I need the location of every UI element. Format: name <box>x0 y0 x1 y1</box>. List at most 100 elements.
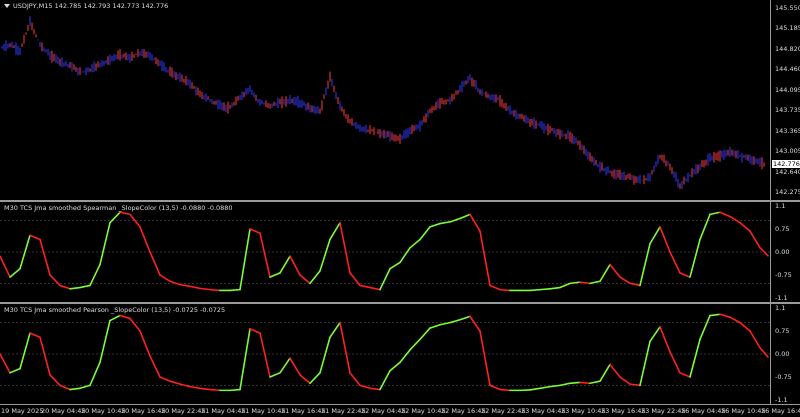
spearman-axis: 1.10.750.00-0.75-1.1 <box>770 202 800 302</box>
indicator-segment <box>390 262 400 268</box>
indicator-segment <box>710 212 720 214</box>
indicator-segment <box>90 362 100 385</box>
indicator-segment <box>70 288 80 289</box>
indicator-segment <box>250 329 260 333</box>
axis-label: 143.735 <box>775 106 800 114</box>
price-chart-title-text: USDJPY,M15 142.785 142.793 142.773 142.7… <box>13 2 168 10</box>
pearson-indicator-pane[interactable]: M30 TCS Jma smoothed Pearson _SlopeColor… <box>0 304 770 404</box>
indicator-segment <box>460 316 470 319</box>
indicator-segment <box>0 354 10 373</box>
indicator-segment <box>160 275 170 281</box>
axis-label: 145.185 <box>775 24 800 32</box>
time-label: 23 May 16:45 <box>601 407 646 415</box>
current-price-label: 142.776 <box>772 160 800 168</box>
indicator-segment <box>150 356 160 377</box>
axis-label: -0.75 <box>775 373 792 381</box>
indicator-segment <box>680 273 690 277</box>
price-chart-title: USDJPY,M15 142.785 142.793 142.773 142.7… <box>4 2 168 10</box>
indicator-segment <box>650 327 660 342</box>
axis-label: 1.1 <box>775 304 785 312</box>
indicator-segment <box>280 358 290 373</box>
indicator-segment <box>500 390 510 391</box>
indicator-segment <box>710 314 720 315</box>
indicator-segment <box>200 288 210 289</box>
indicator-segment <box>240 329 250 390</box>
indicator-segment <box>120 316 130 319</box>
indicator-segment <box>30 333 40 337</box>
price-axis: 145.550145.185144.820144.460144.095143.7… <box>770 0 800 200</box>
indicator-segment <box>60 385 70 389</box>
axis-label: 142.640 <box>775 168 800 176</box>
axis-label: 143.005 <box>775 147 800 155</box>
time-label: 20 May 10:45 <box>81 407 126 415</box>
indicator-segment <box>600 364 610 381</box>
indicator-segment <box>640 341 650 385</box>
dropdown-triangle-icon <box>4 4 10 8</box>
indicator-segment <box>230 390 240 391</box>
indicator-segment <box>360 285 370 287</box>
indicator-segment <box>80 385 90 388</box>
indicator-segment <box>160 377 170 381</box>
indicator-segment <box>530 388 540 390</box>
indicator-segment <box>530 290 540 291</box>
indicator-segment <box>320 337 330 373</box>
indicator-segment <box>170 381 180 384</box>
indicator-segment <box>540 289 550 290</box>
time-label: 20 May 16:45 <box>121 407 166 415</box>
indicator-segment <box>70 388 80 389</box>
indicator-segment <box>720 212 730 216</box>
indicator-segment <box>370 388 380 389</box>
axis-label: 0.75 <box>775 327 789 335</box>
time-label: 22 May 22:45 <box>481 407 526 415</box>
axis-label: 143.365 <box>775 127 800 135</box>
indicator-segment <box>440 222 450 224</box>
indicator-segment <box>300 375 310 383</box>
time-label: 22 May 16:45 <box>441 407 486 415</box>
axis-label: 144.460 <box>775 65 800 73</box>
indicator-segment <box>40 337 50 375</box>
spearman-indicator-svg[interactable] <box>0 202 770 302</box>
time-label: 22 May 10:45 <box>401 407 446 415</box>
indicator-segment <box>270 373 280 377</box>
time-label: 19 May 2025 <box>1 407 43 415</box>
indicator-segment <box>480 231 490 285</box>
axis-label: -0.75 <box>775 271 792 279</box>
spearman-indicator-pane[interactable]: M30 TCS Jma smoothed Spearman _SlopeColo… <box>0 202 770 302</box>
indicator-segment <box>460 214 470 218</box>
indicator-segment <box>420 328 430 339</box>
indicator-segment <box>470 316 480 331</box>
indicator-segment <box>560 383 570 385</box>
indicator-segment <box>240 229 250 290</box>
indicator-segment <box>570 382 580 383</box>
indicator-segment <box>750 331 760 348</box>
time-label: 21 May 16:45 <box>281 407 326 415</box>
indicator-segment <box>150 252 160 275</box>
indicator-segment <box>430 224 440 227</box>
indicator-segment <box>650 227 660 244</box>
indicator-segment <box>730 216 740 222</box>
axis-label: 0.75 <box>775 225 789 233</box>
time-label: 26 May 04:45 <box>681 407 726 415</box>
spearman-indicator-title: M30 TCS Jma smoothed Spearman _SlopeColo… <box>4 204 233 212</box>
axis-label: -1.1 <box>775 396 788 404</box>
pearson-indicator-svg[interactable] <box>0 304 770 404</box>
indicator-segment <box>250 229 260 233</box>
indicator-segment <box>560 283 570 287</box>
indicator-segment <box>400 248 410 263</box>
indicator-segment <box>430 325 440 328</box>
indicator-segment <box>200 388 210 389</box>
price-chart-pane[interactable]: USDJPY,M15 142.785 142.793 142.773 142.7… <box>0 0 770 200</box>
indicator-segment <box>370 288 380 290</box>
price-chart-svg[interactable] <box>0 0 770 200</box>
pearson-axis: 1.10.750.00-0.75-1.1 <box>770 304 800 404</box>
indicator-segment <box>580 382 590 383</box>
indicator-segment <box>450 219 460 222</box>
axis-label: 145.550 <box>775 4 800 12</box>
axis-label: -1.1 <box>775 294 788 302</box>
indicator-segment <box>420 227 430 240</box>
time-label: 21 May 10:45 <box>241 407 286 415</box>
indicator-segment <box>90 265 100 286</box>
indicator-segment <box>330 223 340 240</box>
axis-label: 144.095 <box>775 86 800 94</box>
indicator-segment <box>210 290 220 291</box>
